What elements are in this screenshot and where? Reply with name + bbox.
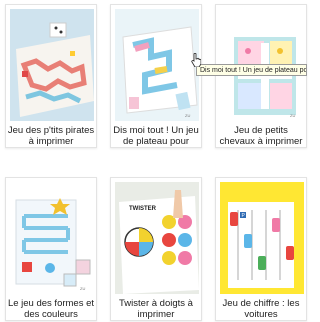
- card-voitures[interactable]: P Jeu de chiffre : les voitures: [215, 177, 307, 321]
- finger-twister-image[interactable]: TWISTER: [115, 182, 199, 294]
- watermark: ZU: [185, 113, 190, 118]
- card-twister[interactable]: TWISTER Twister à doigts à imprimer: [110, 177, 202, 321]
- watermark: ZU: [80, 286, 85, 291]
- twister-title: TWISTER: [129, 206, 157, 212]
- card-title[interactable]: Twister à doigts à imprimer: [111, 298, 201, 320]
- card-title[interactable]: Jeu des p'tits pirates à imprimer: [6, 125, 96, 147]
- mouse-pointer-icon: [191, 53, 201, 67]
- card-pirates[interactable]: Jeu des p'tits pirates à imprimer: [5, 4, 97, 148]
- watermark: ZU: [290, 113, 295, 118]
- card-title[interactable]: Le jeu des formes et des couleurs: [6, 298, 96, 320]
- card-licornes[interactable]: ZU Jeu de petits chevaux à imprimer vers…: [215, 4, 307, 148]
- pirate-board-game-image[interactable]: [10, 9, 94, 121]
- card-dis-moi-tout[interactable]: ZU Dis moi tout ! Un jeu de plateau pour…: [110, 4, 202, 148]
- card-formes-couleurs[interactable]: ZU Le jeu des formes et des couleurs: [5, 177, 97, 321]
- card-title[interactable]: Jeu de chiffre : les voitures: [216, 298, 306, 320]
- card-title[interactable]: Dis moi tout ! Un jeu de plateau pour pa…: [111, 125, 201, 147]
- shapes-colors-game-image[interactable]: ZU: [10, 182, 94, 294]
- tooltip: Dis moi tout ! Un jeu de plateau pour pa…: [196, 64, 307, 76]
- card-title[interactable]: Jeu de petits chevaux à imprimer version…: [216, 125, 306, 147]
- cars-number-game-image[interactable]: P: [220, 182, 304, 294]
- conversation-board-game-image[interactable]: ZU: [115, 9, 199, 121]
